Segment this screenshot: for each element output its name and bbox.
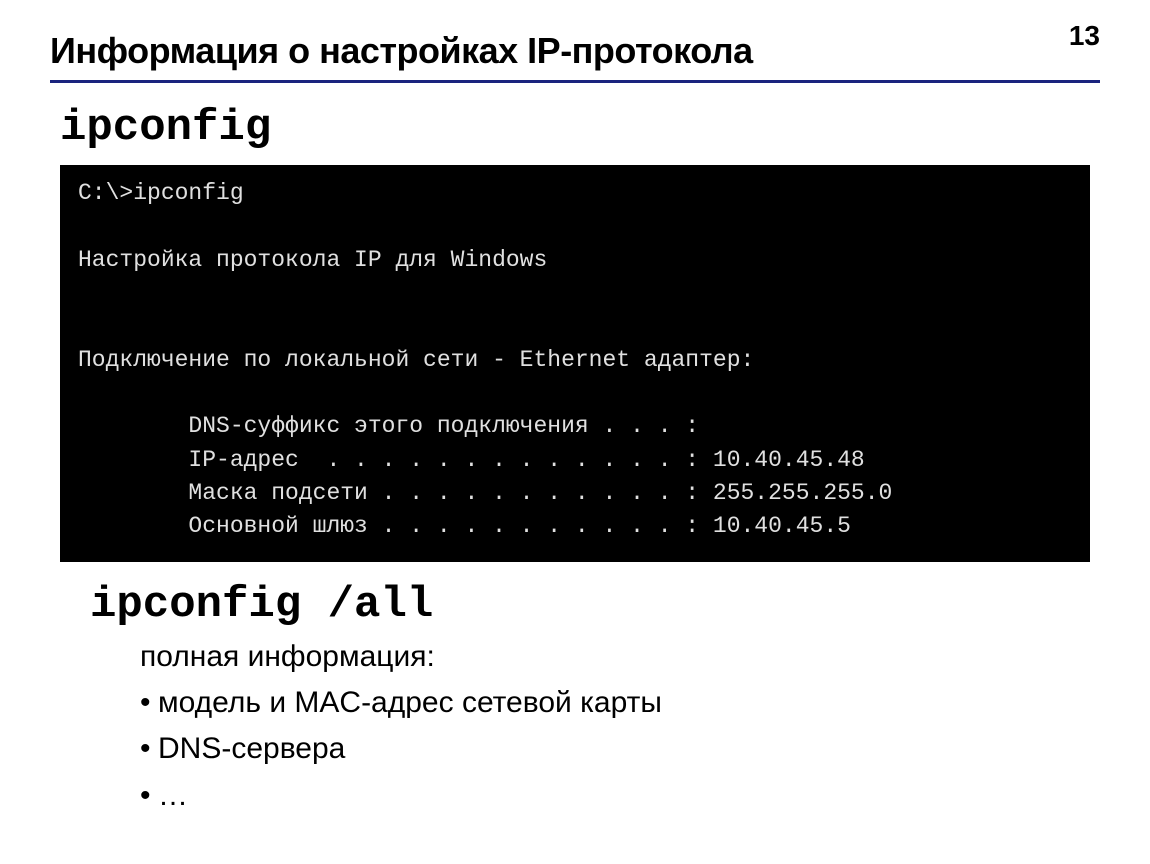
- terminal-line: IP-адрес . . . . . . . . . . . . . : 10.…: [78, 447, 865, 473]
- page-number: 13: [1069, 20, 1100, 52]
- list-item: …: [140, 773, 1100, 820]
- bullet-list: модель и MAC-адрес сетевой карты DNS-сер…: [140, 680, 1100, 820]
- terminal-line: C:\>ipconfig: [78, 180, 244, 206]
- command-heading-ipconfig-all: ipconfig /all: [90, 580, 1100, 630]
- terminal-line: Маска подсети . . . . . . . . . . . : 25…: [78, 480, 892, 506]
- list-item: DNS-сервера: [140, 726, 1100, 773]
- slide-title: Информация о настройках IP-протокола: [50, 30, 753, 72]
- terminal-line: DNS-суффикс этого подключения . . . :: [78, 413, 699, 439]
- info-intro: полная информация:: [140, 640, 1100, 674]
- terminal-line: Подключение по локальной сети - Ethernet…: [78, 347, 754, 373]
- list-item: модель и MAC-адрес сетевой карты: [140, 680, 1100, 727]
- header-row: Информация о настройках IP-протокола 13: [50, 30, 1100, 72]
- terminal-line: Основной шлюз . . . . . . . . . . . : 10…: [78, 513, 851, 539]
- terminal-line: Настройка протокола IP для Windows: [78, 247, 547, 273]
- terminal-output: C:\>ipconfig Настройка протокола IP для …: [60, 165, 1090, 562]
- title-underline: [50, 80, 1100, 83]
- command-heading-ipconfig: ipconfig: [60, 103, 1100, 153]
